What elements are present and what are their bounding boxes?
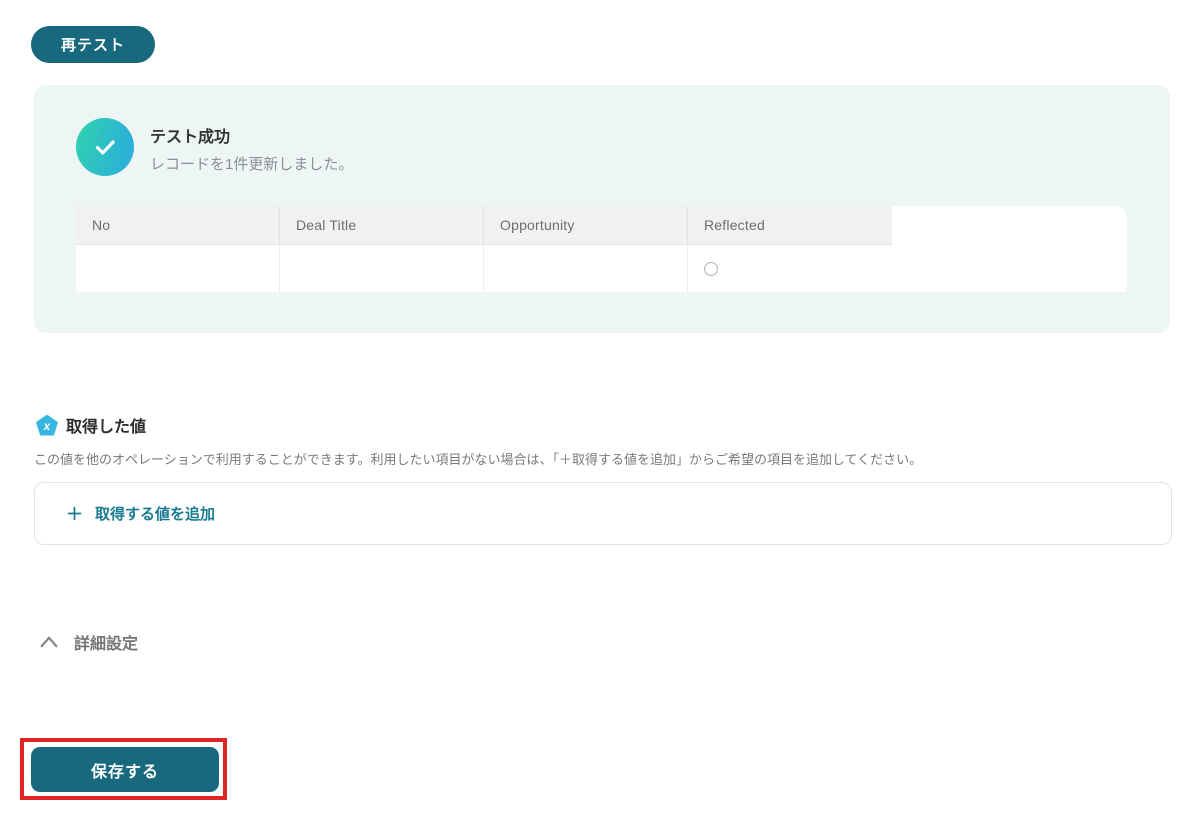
variable-icon-glyph: x (43, 419, 51, 433)
table-header-row: No Deal Title Opportunity Reflected (76, 206, 1127, 245)
save-button[interactable]: 保存する (31, 747, 219, 792)
retest-button[interactable]: 再テスト (31, 26, 156, 63)
column-header-deal-title: Deal Title (280, 206, 484, 245)
chevron-up-icon (40, 636, 58, 648)
cell-reflected (688, 245, 892, 292)
success-check-icon (76, 118, 134, 176)
column-header-opportunity: Opportunity (484, 206, 688, 245)
table-row (76, 245, 1127, 292)
add-value-label: 取得する値を追加 (95, 506, 216, 523)
status-title: テスト成功 (150, 129, 231, 146)
cell-deal-title (280, 245, 484, 292)
advanced-settings-label: 詳細設定 (74, 636, 139, 653)
column-header-reflected: Reflected (688, 206, 892, 245)
advanced-settings-toggle[interactable]: 詳細設定 (38, 630, 138, 654)
obtained-values-title: 取得した値 (66, 419, 147, 436)
cell-no (76, 245, 280, 292)
obtained-values-heading: x 取得した値 (36, 413, 146, 437)
result-table: No Deal Title Opportunity Reflected (76, 206, 1127, 292)
test-result-panel: テスト成功 レコードを1件更新しました。 No Deal Title Oppor… (34, 85, 1170, 333)
reflected-radio[interactable] (704, 261, 718, 276)
column-header-no: No (76, 206, 280, 245)
cell-opportunity (484, 245, 688, 292)
variable-pentagon-icon: x (36, 414, 58, 436)
status-message: レコードを1件更新しました。 (150, 156, 354, 173)
plus-icon (67, 506, 82, 521)
add-value-button[interactable]: 取得する値を追加 (34, 482, 1172, 545)
obtained-values-description: この値を他のオペレーションで利用することができます。利用したい項目がない場合は、… (34, 452, 923, 467)
